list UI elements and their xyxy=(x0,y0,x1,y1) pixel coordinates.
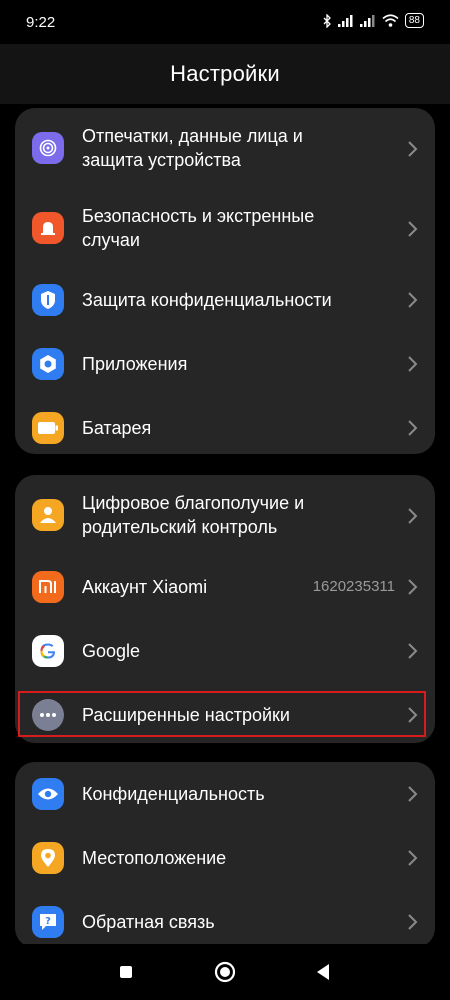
location-icon xyxy=(32,842,64,874)
settings-item-fingerprints[interactable]: Отпечатки, данные лица и защита устройств… xyxy=(15,110,435,186)
page-title: Настройки xyxy=(170,61,280,86)
wifi-icon xyxy=(382,14,399,27)
settings-item-privacy[interactable]: Конфиденциальность xyxy=(15,764,435,824)
settings-item-label: Цифровое благополучие и родительский конт… xyxy=(82,493,305,537)
square-icon xyxy=(120,966,132,978)
settings-item-apps[interactable]: Приложения xyxy=(15,334,435,394)
navigation-bar xyxy=(0,944,450,1000)
settings-card-1: Отпечатки, данные лица и защита устройств… xyxy=(15,108,435,454)
settings-item-advanced[interactable]: Расширенные настройки xyxy=(15,685,435,743)
settings-item-label: Батарея xyxy=(82,418,152,438)
settings-item-label: Обратная связь xyxy=(82,912,215,932)
settings-item-privacy-protection[interactable]: Защита конфиденциальности xyxy=(15,270,435,330)
chevron-right-icon xyxy=(408,292,418,308)
chevron-right-icon xyxy=(408,643,418,659)
battery-indicator: 88 xyxy=(404,13,424,28)
page-header: Настройки xyxy=(0,44,450,104)
back-triangle-icon xyxy=(317,964,329,980)
settings-item-google[interactable]: Google xyxy=(15,621,435,681)
battery-icon xyxy=(32,412,64,444)
chevron-right-icon xyxy=(408,850,418,866)
settings-item-battery[interactable]: Батарея xyxy=(15,398,435,454)
bluetooth-icon xyxy=(323,13,331,28)
settings-item-label: Защита конфиденциальности xyxy=(82,290,332,310)
signal-icon xyxy=(337,14,353,27)
back-button[interactable] xyxy=(311,960,335,984)
shield-icon xyxy=(32,284,64,316)
mi-logo-icon xyxy=(32,571,64,603)
chevron-right-icon xyxy=(408,356,418,372)
settings-item-security[interactable]: Безопасность и экстренные случаи xyxy=(15,190,435,266)
person-icon xyxy=(32,499,64,531)
svg-text:?: ? xyxy=(45,916,51,927)
recents-button[interactable] xyxy=(114,960,138,984)
chevron-right-icon xyxy=(408,707,418,723)
settings-item-xiaomi-account[interactable]: Аккаунт Xiaomi 1620235311 xyxy=(15,557,435,617)
settings-item-label: Расширенные настройки xyxy=(82,705,290,725)
settings-card-3: Конфиденциальность Местоположение ? Обра… xyxy=(15,762,435,948)
signal-icon xyxy=(359,14,375,27)
settings-item-location[interactable]: Местоположение xyxy=(15,828,435,888)
status-icons: 88 xyxy=(323,13,424,28)
settings-item-label: Google xyxy=(82,641,141,661)
apps-gear-icon xyxy=(32,348,64,380)
status-bar: 9:22 88 xyxy=(0,0,450,44)
chevron-right-icon xyxy=(408,420,418,436)
status-time: 9:22 xyxy=(26,14,56,31)
more-dots-icon xyxy=(32,699,64,731)
chevron-right-icon xyxy=(408,221,418,237)
settings-item-label: Аккаунт Xiaomi xyxy=(82,577,208,597)
settings-item-feedback[interactable]: ? Обратная связь xyxy=(15,892,435,948)
home-circle-icon xyxy=(214,961,236,983)
settings-item-label: Конфиденциальность xyxy=(82,784,265,804)
chevron-right-icon xyxy=(408,914,418,930)
account-id-value: 1620235311 xyxy=(312,578,395,595)
settings-item-label: Безопасность и экстренные случаи xyxy=(82,206,315,250)
fingerprint-icon xyxy=(32,132,64,164)
chevron-right-icon xyxy=(408,141,418,157)
settings-card-2: Цифровое благополучие и родительский конт… xyxy=(15,475,435,743)
home-button[interactable] xyxy=(213,960,237,984)
chevron-right-icon xyxy=(408,579,418,595)
google-icon xyxy=(32,635,64,667)
feedback-icon: ? xyxy=(32,906,64,938)
settings-item-label: Приложения xyxy=(82,354,188,374)
settings-item-label: Отпечатки, данные лица и защита устройств… xyxy=(82,126,303,170)
eye-icon xyxy=(32,778,64,810)
settings-item-wellbeing[interactable]: Цифровое благополучие и родительский конт… xyxy=(15,477,435,553)
chevron-right-icon xyxy=(408,508,418,524)
emergency-icon xyxy=(32,212,64,244)
chevron-right-icon xyxy=(408,786,418,802)
settings-item-label: Местоположение xyxy=(82,848,227,868)
